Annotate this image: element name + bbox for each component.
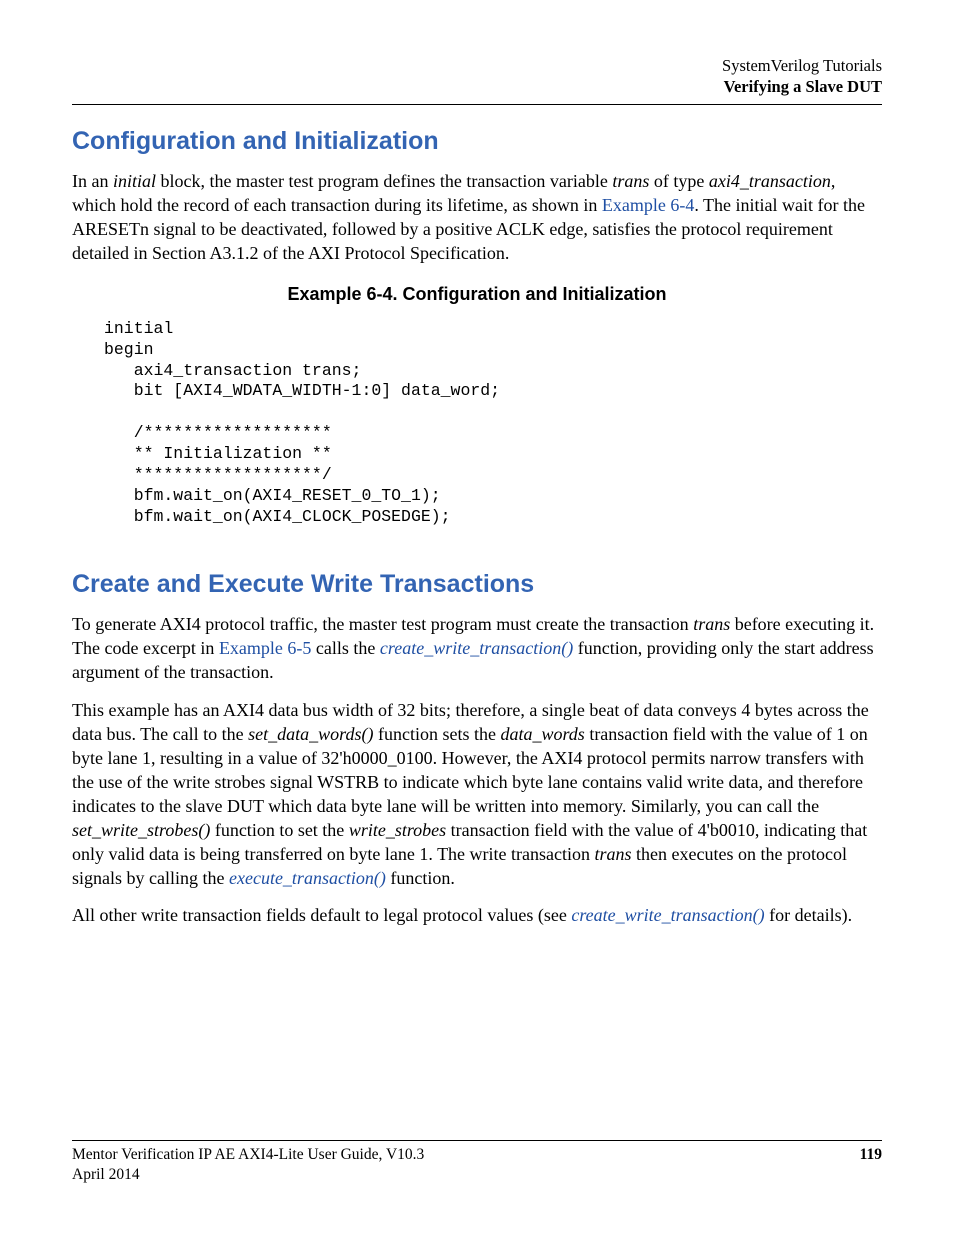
text-run: To generate AXI4 protocol traffic, the m…: [72, 614, 693, 634]
page-footer: Mentor Verification IP AE AXI4-Lite User…: [72, 1140, 882, 1185]
text-run: All other write transaction fields defau…: [72, 905, 571, 925]
document-page: SystemVerilog Tutorials Verifying a Slav…: [0, 0, 954, 1235]
text-run: block, the master test program defines t…: [156, 171, 612, 191]
text-italic: axi4_transaction: [709, 171, 831, 191]
header-chapter: SystemVerilog Tutorials: [72, 55, 882, 76]
text-run: function sets the: [373, 724, 500, 744]
footer-doc-title: Mentor Verification IP AE AXI4-Lite User…: [72, 1145, 424, 1165]
text-run: of type: [649, 171, 708, 191]
example-caption: Example 6-4. Configuration and Initializ…: [72, 284, 882, 305]
header-rule: [72, 104, 882, 105]
section2-paragraph3: All other write transaction fields defau…: [72, 904, 882, 928]
header-section: Verifying a Slave DUT: [72, 76, 882, 97]
text-italic: trans: [693, 614, 730, 634]
section-heading-config: Configuration and Initialization: [72, 127, 882, 156]
text-italic: data_words: [500, 724, 584, 744]
footer-page-number: 119: [860, 1145, 882, 1185]
text-run: calls the: [311, 638, 379, 658]
page-header: SystemVerilog Tutorials Verifying a Slav…: [72, 55, 882, 98]
text-italic: initial: [113, 171, 156, 191]
section2-paragraph2: This example has an AXI4 data bus width …: [72, 699, 882, 891]
spacer: [72, 536, 882, 570]
text-italic: set_write_strobes(): [72, 820, 210, 840]
code-block-example-6-4: initial begin axi4_transaction trans; bi…: [104, 319, 882, 529]
api-link[interactable]: execute_transaction(): [229, 868, 386, 888]
text-run: for details).: [765, 905, 852, 925]
section1-paragraph1: In an initial block, the master test pro…: [72, 170, 882, 266]
text-run: function.: [386, 868, 455, 888]
section2-paragraph1: To generate AXI4 protocol traffic, the m…: [72, 613, 882, 685]
section-heading-create: Create and Execute Write Transactions: [72, 570, 882, 599]
text-run: function to set the: [210, 820, 348, 840]
text-run: In an: [72, 171, 113, 191]
text-italic: set_data_words(): [248, 724, 373, 744]
text-italic: trans: [595, 844, 632, 864]
text-italic: trans: [612, 171, 649, 191]
text-italic: write_strobes: [349, 820, 446, 840]
xref-link[interactable]: Example 6-4: [602, 195, 694, 215]
footer-date: April 2014: [72, 1165, 424, 1185]
footer-rule: [72, 1140, 882, 1141]
xref-link[interactable]: Example 6-5: [219, 638, 311, 658]
api-link[interactable]: create_write_transaction(): [571, 905, 764, 925]
footer-left: Mentor Verification IP AE AXI4-Lite User…: [72, 1145, 424, 1185]
api-link[interactable]: create_write_transaction(): [380, 638, 573, 658]
